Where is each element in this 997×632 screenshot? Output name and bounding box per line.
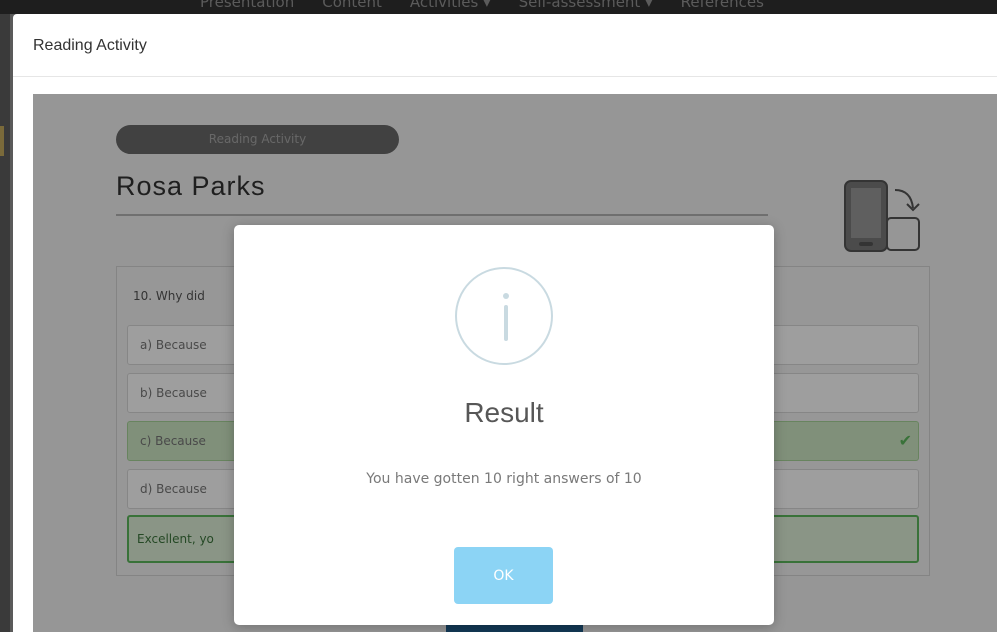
top-navigation-bar: Presentation Content Activities ▾ Self-a… <box>0 0 997 14</box>
background-strip <box>0 14 10 632</box>
ok-button[interactable]: OK <box>454 547 553 604</box>
nav-presentation[interactable]: Presentation <box>200 0 294 11</box>
window-title: Reading Activity <box>33 37 147 54</box>
nav-activities[interactable]: Activities ▾ <box>410 0 491 11</box>
nav-content[interactable]: Content <box>322 0 382 11</box>
info-icon <box>455 267 553 365</box>
window-divider <box>13 76 997 77</box>
dialog-title: Result <box>464 397 544 428</box>
nav-self-assessment[interactable]: Self-assessment ▾ <box>519 0 653 11</box>
info-icon-bar <box>504 305 508 341</box>
dialog-message: You have gotten 10 right answers of 10 <box>366 471 642 487</box>
nav-references[interactable]: References <box>681 0 764 11</box>
result-dialog: Result You have gotten 10 right answers … <box>234 225 774 625</box>
top-nav: Presentation Content Activities ▾ Self-a… <box>200 0 764 11</box>
info-icon-dot <box>503 293 509 299</box>
background-accent <box>0 126 4 156</box>
